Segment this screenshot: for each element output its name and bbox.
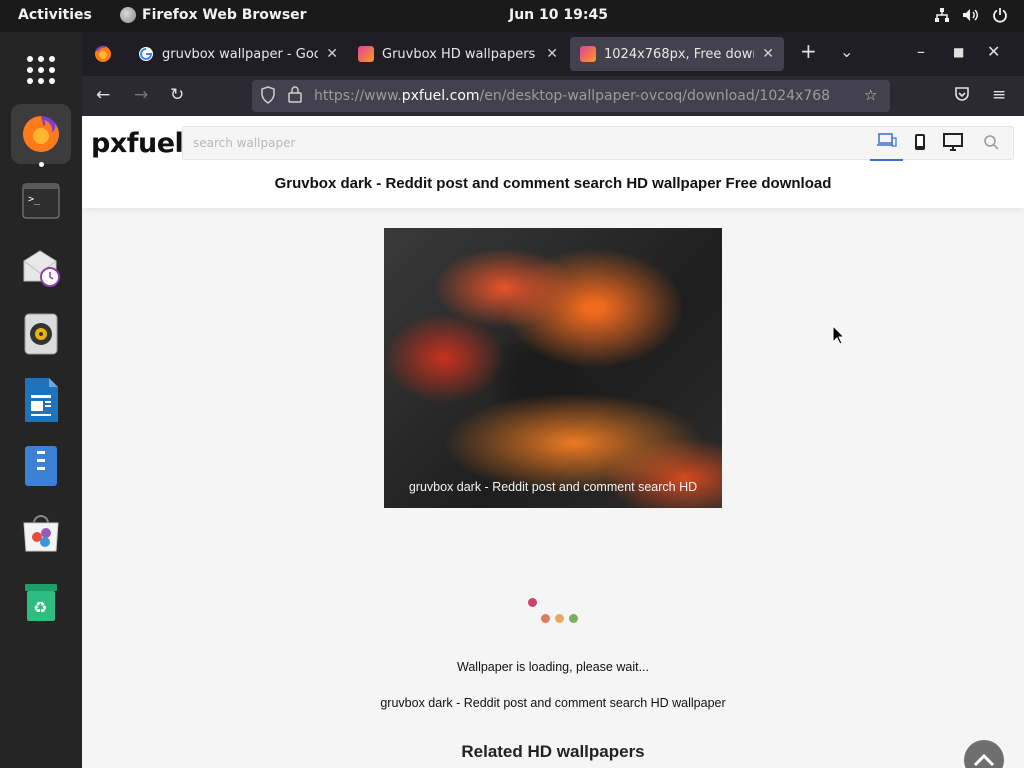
- volume-icon[interactable]: [962, 7, 979, 24]
- wallpaper-description: gruvbox dark - Reddit post and comment s…: [380, 696, 726, 710]
- laptop-phone-icon[interactable]: [870, 127, 903, 161]
- dock: >_ ♻: [0, 32, 82, 768]
- url-text[interactable]: https://www.pxfuel.com/en/desktop-wallpa…: [314, 88, 830, 104]
- page-title: Gruvbox dark - Reddit post and comment s…: [274, 175, 832, 192]
- gnome-top-bar: Activities Firefox Web Browser Jun 10 19…: [0, 0, 1024, 32]
- web-page: pxfuel search wallpaper Gruvbox dark - R…: [82, 116, 1024, 768]
- tab-bar: gruvbox wallpaper - Googl ✕ Gruvbox HD w…: [82, 32, 1024, 76]
- new-tab-button[interactable]: +: [800, 39, 817, 63]
- forward-icon[interactable]: →: [134, 85, 148, 105]
- pxfuel-icon: [580, 46, 596, 62]
- url-bar[interactable]: https://www.pxfuel.com/en/desktop-wallpa…: [252, 80, 890, 112]
- navigation-bar: ← → ↻ https://www.pxfuel.com/en/desktop-…: [82, 76, 1024, 116]
- tab-current[interactable]: 1024x768px, Free downloa ✕: [570, 37, 784, 71]
- shield-icon[interactable]: [260, 86, 276, 108]
- close-tab-icon[interactable]: ✕: [546, 46, 558, 62]
- firefox-view-icon[interactable]: [94, 45, 112, 67]
- device-filters: [870, 127, 1013, 161]
- reload-icon[interactable]: ↻: [170, 85, 184, 105]
- activities-button[interactable]: Activities: [18, 7, 92, 23]
- tab-title: 1024x768px, Free downloa: [604, 46, 754, 62]
- app-name-label: Firefox Web Browser: [142, 7, 307, 23]
- software-icon[interactable]: [11, 502, 71, 562]
- pocket-icon[interactable]: [954, 86, 970, 107]
- loading-message: Wallpaper is loading, please wait...: [457, 660, 649, 674]
- tab-google[interactable]: gruvbox wallpaper - Googl ✕: [128, 37, 348, 71]
- tab-gruvbox-wallpapers[interactable]: Gruvbox HD wallpapers | P ✕: [348, 37, 568, 71]
- back-icon[interactable]: ←: [96, 85, 110, 105]
- tab-list-chevron-icon[interactable]: ⌄: [840, 42, 853, 61]
- mail-clock-icon[interactable]: [11, 238, 71, 298]
- site-header: pxfuel search wallpaper Gruvbox dark - R…: [82, 116, 1024, 208]
- close-window-icon[interactable]: ✕: [987, 42, 1000, 61]
- related-heading: Related HD wallpapers: [461, 742, 645, 761]
- network-icon[interactable]: [933, 7, 950, 24]
- app-menu[interactable]: Firefox Web Browser: [120, 7, 307, 23]
- rhythmbox-icon[interactable]: [11, 304, 71, 364]
- close-tab-icon[interactable]: ✕: [762, 46, 774, 62]
- lock-icon[interactable]: [288, 86, 302, 107]
- writer-icon[interactable]: [11, 370, 71, 430]
- desktop-icon[interactable]: [936, 133, 969, 155]
- phone-icon[interactable]: [903, 133, 936, 155]
- firefox-icon[interactable]: [11, 104, 71, 164]
- files-icon[interactable]: [11, 436, 71, 496]
- app-grid-icon[interactable]: [11, 40, 71, 100]
- minimize-icon[interactable]: –: [917, 42, 925, 61]
- system-tray[interactable]: [933, 7, 1008, 24]
- bookmark-star-icon[interactable]: ☆: [864, 86, 877, 104]
- google-icon: [138, 46, 154, 62]
- power-icon[interactable]: [991, 7, 1008, 24]
- mouse-cursor-icon: [832, 325, 846, 345]
- tab-title: Gruvbox HD wallpapers | P: [382, 46, 538, 62]
- maximize-icon[interactable]: ■: [953, 45, 964, 59]
- trash-icon[interactable]: ♻: [11, 572, 71, 632]
- loading-spinner: [527, 598, 587, 628]
- tab-title: gruvbox wallpaper - Googl: [162, 46, 319, 62]
- terminal-icon[interactable]: >_: [11, 171, 71, 231]
- menu-hamburger-icon[interactable]: ≡: [992, 85, 1006, 105]
- wallpaper-preview[interactable]: gruvbox dark - Reddit post and comment s…: [384, 228, 722, 508]
- search-input[interactable]: search wallpaper: [193, 136, 295, 150]
- pxfuel-logo[interactable]: pxfuel: [91, 128, 184, 159]
- clock[interactable]: Jun 10 19:45: [509, 7, 608, 23]
- pxfuel-icon: [358, 46, 374, 62]
- svg-text:♻: ♻: [33, 598, 47, 617]
- firefox-app-icon: [120, 7, 136, 23]
- firefox-window: gruvbox wallpaper - Googl ✕ Gruvbox HD w…: [82, 32, 1024, 768]
- wallpaper-caption: gruvbox dark - Reddit post and comment s…: [408, 480, 698, 494]
- svg-text:>_: >_: [28, 194, 41, 205]
- search-box[interactable]: search wallpaper: [182, 126, 1014, 161]
- search-icon[interactable]: [969, 134, 1013, 154]
- close-tab-icon[interactable]: ✕: [326, 46, 338, 62]
